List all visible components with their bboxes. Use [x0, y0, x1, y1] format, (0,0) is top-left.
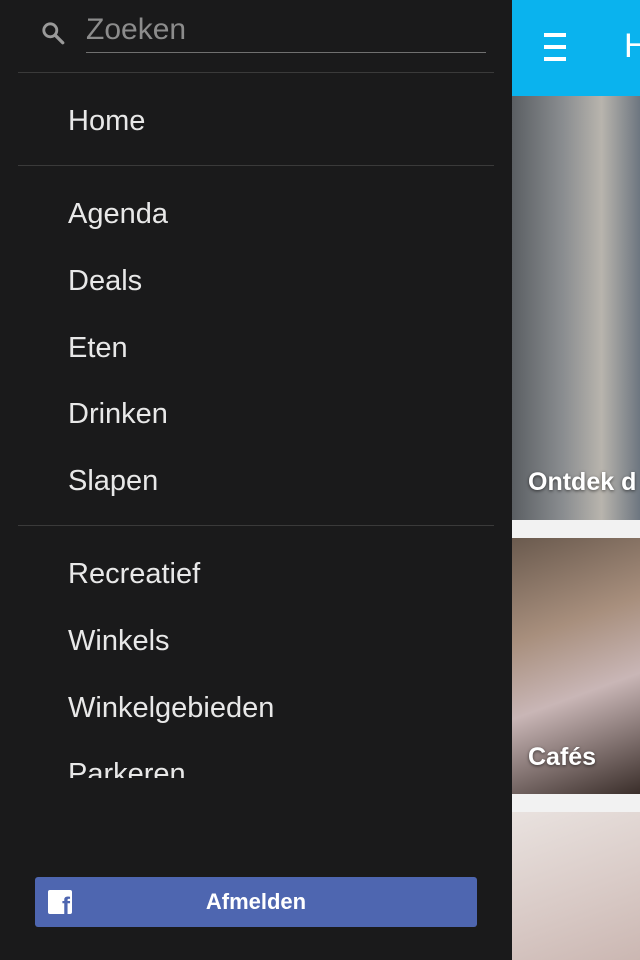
nav-item-winkels[interactable]: Winkels: [0, 609, 512, 673]
nav-item-drinken[interactable]: Drinken: [0, 382, 512, 446]
card-label: Cafés: [528, 743, 597, 771]
app-title: H: [624, 27, 640, 65]
background-app: H Ontdek d Cafés: [512, 0, 640, 960]
nav-item-label: Winkels: [68, 625, 170, 657]
nav-list: Home Agenda Deals Eten Drinken Slapen Re…: [0, 0, 512, 778]
nav-item-label: Recreatief: [68, 558, 201, 590]
navigation-drawer: Home Agenda Deals Eten Drinken Slapen Re…: [0, 0, 512, 960]
nav-item-label: Eten: [68, 332, 128, 364]
card-label: Ontdek d: [528, 468, 637, 496]
nav-item-label: Drinken: [68, 398, 168, 430]
nav-item-deals[interactable]: Deals: [0, 249, 512, 313]
nav-item-label: Deals: [68, 265, 143, 297]
nav-item-label: Winkelgebieden: [68, 692, 275, 724]
nav-item-eten[interactable]: Eten: [0, 316, 512, 380]
logout-label: Afmelden: [205, 889, 307, 914]
content-card[interactable]: Ontdek d: [512, 96, 640, 520]
divider: [18, 165, 494, 166]
content-card[interactable]: Cafés: [512, 538, 640, 794]
nav-item-label: Slapen: [68, 465, 159, 497]
nav-item-winkelgebieden[interactable]: Winkelgebieden: [0, 676, 512, 740]
nav-item-label: Parkeren: [68, 758, 186, 778]
nav-item-label: Home: [68, 105, 146, 137]
facebook-logout-button[interactable]: f Afmelden: [35, 877, 477, 927]
nav-item-home[interactable]: Home: [0, 89, 512, 153]
nav-item-agenda[interactable]: Agenda: [0, 182, 512, 246]
nav-item-label: Agenda: [68, 198, 168, 230]
nav-item-parkeren[interactable]: Parkeren: [0, 742, 512, 778]
nav-item-recreatief[interactable]: Recreatief: [0, 542, 512, 606]
app-bar: H: [512, 0, 640, 96]
nav-item-slapen[interactable]: Slapen: [0, 449, 512, 513]
divider: [18, 525, 494, 526]
menu-icon[interactable]: [544, 33, 566, 61]
content-card[interactable]: [512, 812, 640, 960]
